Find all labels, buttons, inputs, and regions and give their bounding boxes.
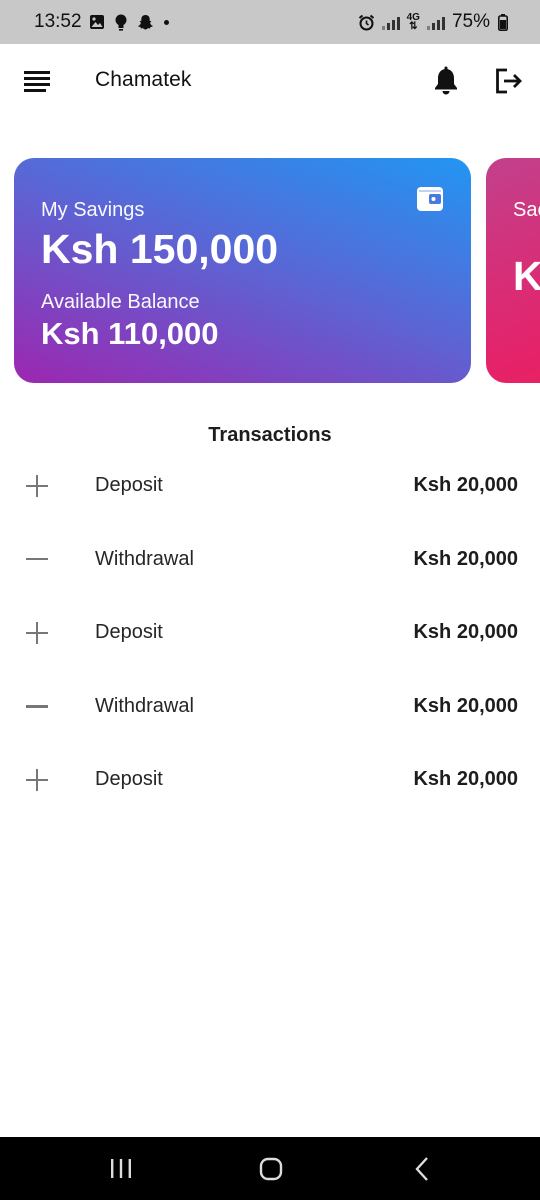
transaction-row[interactable]: Withdrawal Ksh 20,000 <box>0 523 540 597</box>
plus-icon <box>26 622 48 645</box>
app-title: Chamatek <box>95 68 192 91</box>
transaction-type: Deposit <box>95 474 163 496</box>
system-nav-bar <box>0 1137 540 1200</box>
savings-card[interactable]: My Savings Ksh 150,000 Available Balance… <box>14 158 471 383</box>
transaction-amount: Ksh 20,000 <box>413 768 518 791</box>
transaction-row[interactable]: Deposit Ksh 20,000 <box>0 449 540 523</box>
bell-icon[interactable] <box>432 66 460 96</box>
second-card-label: Sac <box>513 199 540 221</box>
wallet-icon <box>416 186 444 212</box>
transactions-heading: Transactions <box>208 424 332 446</box>
plus-icon <box>26 769 48 792</box>
status-bar: 13:52 4G ⇅ 75% <box>0 0 540 44</box>
dot-icon <box>163 19 169 25</box>
status-time: 13:52 <box>34 11 82 32</box>
plus-icon <box>26 475 48 497</box>
transaction-amount: Ksh 20,000 <box>413 621 518 644</box>
savings-amount: Ksh 150,000 <box>41 226 279 272</box>
savings-label: My Savings <box>41 199 145 221</box>
transaction-type: Deposit <box>95 768 163 791</box>
transaction-row[interactable]: Deposit Ksh 20,000 <box>0 743 540 817</box>
battery-text: 75% <box>451 11 490 32</box>
battery-icon <box>497 13 508 31</box>
transaction-amount: Ksh 20,000 <box>413 694 518 717</box>
transaction-row[interactable]: Withdrawal Ksh 20,000 <box>0 670 540 744</box>
transaction-amount: Ksh 20,000 <box>413 474 518 496</box>
minus-icon <box>26 549 48 571</box>
available-balance-amount: Ksh 110,000 <box>41 316 219 351</box>
home-icon[interactable] <box>256 1155 286 1183</box>
signal-icon <box>381 14 400 30</box>
bulb-icon <box>113 14 130 31</box>
network-4g-icon: 4G ⇅ <box>406 12 420 32</box>
status-bar-right: 4G ⇅ 75% <box>358 11 508 33</box>
signal-icon <box>426 14 445 30</box>
transaction-row[interactable]: Deposit Ksh 20,000 <box>0 596 540 670</box>
second-savings-card[interactable]: Sac K <box>486 158 540 383</box>
transactions-list: Deposit Ksh 20,000 Withdrawal Ksh 20,000… <box>0 449 540 817</box>
second-card-amount: K <box>513 253 540 299</box>
available-balance-label: Available Balance <box>41 291 200 313</box>
recent-apps-icon[interactable] <box>106 1155 136 1183</box>
logout-icon[interactable] <box>494 66 524 96</box>
transaction-type: Deposit <box>95 621 163 644</box>
snapchat-icon <box>137 14 154 31</box>
gallery-icon <box>89 14 106 31</box>
transaction-type: Withdrawal <box>95 547 194 570</box>
menu-icon[interactable] <box>24 70 50 92</box>
status-bar-left: 13:52 <box>34 11 169 33</box>
app-bar: Chamatek <box>0 44 540 118</box>
transaction-amount: Ksh 20,000 <box>413 547 518 570</box>
transaction-type: Withdrawal <box>95 694 194 717</box>
savings-cards-carousel[interactable]: My Savings Ksh 150,000 Available Balance… <box>0 158 540 384</box>
back-icon[interactable] <box>408 1155 438 1183</box>
alarm-icon <box>358 14 375 31</box>
minus-icon <box>26 696 48 718</box>
